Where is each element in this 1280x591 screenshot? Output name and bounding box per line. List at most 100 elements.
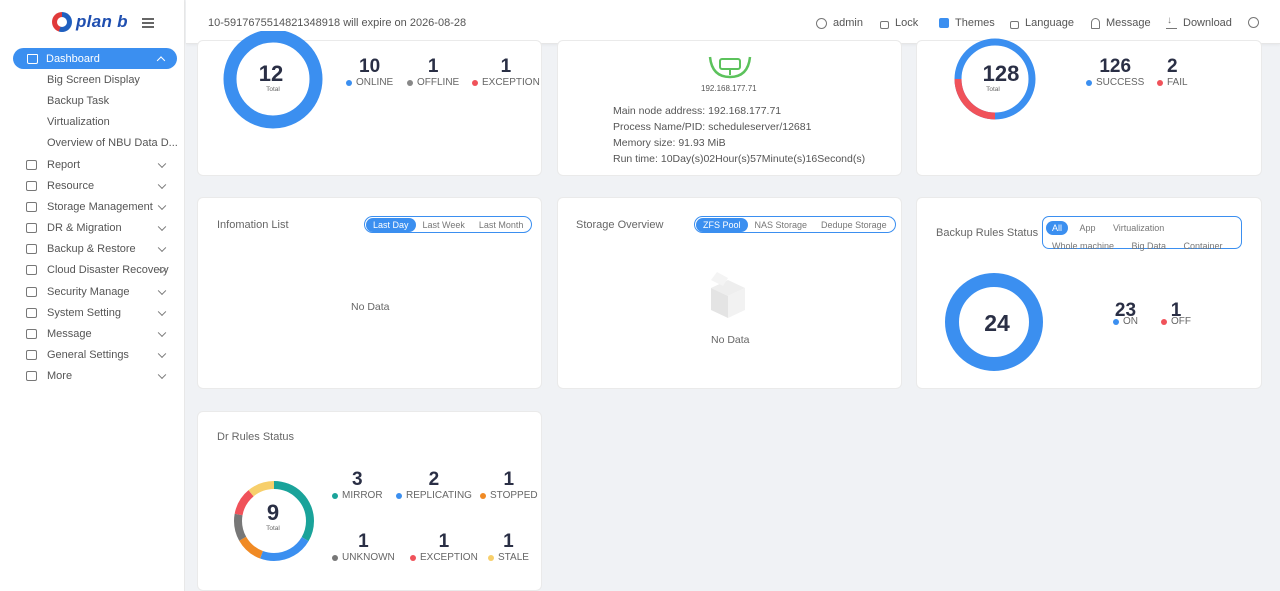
stat-label: ONLINE (356, 77, 394, 88)
message-button[interactable]: Message (1091, 17, 1151, 29)
tab-last-week[interactable]: Last Week (416, 218, 472, 232)
stat-value: 1 (438, 531, 450, 552)
sidebar-item-storage-management[interactable]: Storage Management (0, 196, 184, 217)
message-label: Message (1106, 17, 1151, 29)
sidebar-item-backup-restore[interactable]: Backup & Restore (0, 239, 184, 260)
sidebar-item-dr-migration[interactable]: DR & Migration (0, 218, 184, 239)
report-icon (26, 159, 37, 170)
stat-label: SUCCESS (1096, 77, 1145, 88)
sidebar-item-dashboard[interactable]: Dashboard (13, 48, 177, 70)
sidebar-item-message[interactable]: Message (0, 323, 184, 344)
stat-online: 10 ONLINE (346, 57, 393, 89)
sidebar-item-label: Storage Management (47, 200, 153, 213)
gear-icon (1248, 17, 1259, 28)
legend-dot (480, 493, 486, 499)
card-title: Storage Overview (576, 219, 664, 231)
sidebar-nav: Dashboard Big Screen Display Backup Task… (0, 48, 184, 387)
tab-app[interactable]: App (1073, 221, 1101, 235)
node-process: Process Name/PID: scheduleserver/12681 (613, 121, 812, 133)
tab-dedupe-storage[interactable]: Dedupe Storage (814, 218, 894, 232)
node-memory: Memory size: 91.93 MiB (613, 137, 726, 149)
legend-dot (407, 80, 413, 86)
logo-text: plan b (76, 12, 128, 31)
client-total-label: Total (266, 86, 280, 93)
language-label: Language (1025, 17, 1074, 29)
sidebar-item-label: General Settings (47, 349, 129, 362)
app-root: plan b Dashboard Big Screen Display Back… (0, 0, 1280, 591)
sidebar-item-label: Security Manage (47, 285, 130, 298)
sidebar-item-report[interactable]: Report (0, 154, 184, 175)
tab-nas-storage[interactable]: NAS Storage (748, 218, 815, 232)
sidebar-item-more[interactable]: More (0, 366, 184, 387)
resource-icon (26, 180, 37, 191)
sidebar-item-resource[interactable]: Resource (0, 175, 184, 196)
sidebar: plan b Dashboard Big Screen Display Back… (0, 0, 185, 591)
stat-label: EXCEPTION (420, 552, 478, 563)
user-name: admin (833, 17, 863, 29)
download-button[interactable]: Download (1166, 15, 1232, 29)
sidebar-item-cloud-dr[interactable]: Cloud Disaster Recovery (0, 260, 184, 281)
card-title: Infomation List (217, 219, 289, 231)
stat-offline: 1 OFFLINE (407, 57, 459, 89)
tab-last-day[interactable]: Last Day (366, 217, 416, 232)
legend-dot (332, 555, 338, 561)
chevron-down-icon (157, 349, 167, 359)
lock-button[interactable]: Lock (880, 17, 918, 29)
stat-label: REPLICATING (406, 490, 472, 501)
legend-dot (488, 555, 494, 561)
node-ip: 192.168.177.71 (701, 84, 757, 93)
theme-icon (939, 18, 949, 28)
sidebar-subitem-virtualization[interactable]: Virtualization (0, 112, 184, 133)
empty-state-text: No Data (351, 301, 390, 313)
sidebar-subitem-backup-task[interactable]: Backup Task (0, 90, 184, 111)
empty-state-text: No Data (711, 334, 750, 346)
top-header: 10-5917675514821348918 will expire on 20… (186, 0, 1280, 44)
themes-button[interactable]: Themes (939, 17, 995, 29)
sidebar-subitem-big-screen[interactable]: Big Screen Display (0, 69, 184, 90)
sidebar-subitem-nbu-overview[interactable]: Overview of NBU Data D... (0, 133, 184, 154)
download-icon (1166, 15, 1177, 29)
language-button[interactable]: Language (1010, 17, 1074, 29)
lock-icon (26, 286, 37, 297)
collapse-menu-icon[interactable] (142, 18, 154, 28)
logo: plan b (0, 0, 184, 44)
sidebar-item-label: More (47, 370, 73, 383)
stat-on: 23 ON (1113, 301, 1138, 328)
settings-button[interactable] (1248, 17, 1265, 28)
settings-icon (26, 350, 37, 361)
user-menu[interactable]: admin (816, 17, 863, 29)
stat-value: 1 (358, 531, 369, 552)
tab-container[interactable]: Container (1177, 239, 1228, 253)
storage-icon (26, 201, 37, 212)
tab-whole-machine[interactable]: Whole machine (1046, 239, 1120, 253)
tab-all[interactable]: All (1046, 221, 1069, 235)
sidebar-item-system-setting[interactable]: System Setting (0, 302, 184, 323)
sidebar-item-security[interactable]: Security Manage (0, 281, 184, 302)
user-icon (816, 17, 827, 29)
stat-mirror: 3 MIRROR (332, 470, 383, 502)
tab-zfs-pool[interactable]: ZFS Pool (696, 217, 748, 232)
task-result-card: 128 Total 126 SUCCESS 2 FAIL (916, 38, 1262, 176)
sidebar-item-label: System Setting (47, 306, 121, 319)
license-expire-text: 10-5917675514821348918 will expire on 20… (208, 17, 467, 29)
stat-label: ON (1123, 316, 1138, 327)
stat-unknown: 1 UNKNOWN (332, 532, 395, 564)
stat-value: 126 (1099, 56, 1132, 77)
sidebar-item-label: Message (47, 328, 92, 341)
stat-off: 1 OFF (1161, 301, 1191, 328)
stat-label: OFF (1171, 316, 1191, 327)
stat-stale: 1 STALE (488, 532, 529, 564)
download-label: Download (1183, 17, 1232, 29)
sidebar-item-general-settings[interactable]: General Settings (0, 345, 184, 366)
stat-replicating: 2 REPLICATING (396, 470, 472, 502)
message-icon (26, 329, 37, 340)
tab-last-month[interactable]: Last Month (472, 218, 531, 232)
storage-overview-card: Storage Overview ZFS Pool NAS Storage De… (557, 197, 902, 389)
stat-label: UNKNOWN (342, 552, 395, 563)
stat-label: STALE (498, 552, 529, 563)
tab-big-data[interactable]: Big Data (1125, 239, 1172, 253)
rule-type-tabs: All App Virtualization Whole machine Big… (1042, 216, 1242, 251)
node-address: Main node address: 192.168.177.71 (613, 105, 782, 117)
home-icon (27, 53, 38, 64)
tab-virtualization[interactable]: Virtualization (1107, 221, 1170, 235)
